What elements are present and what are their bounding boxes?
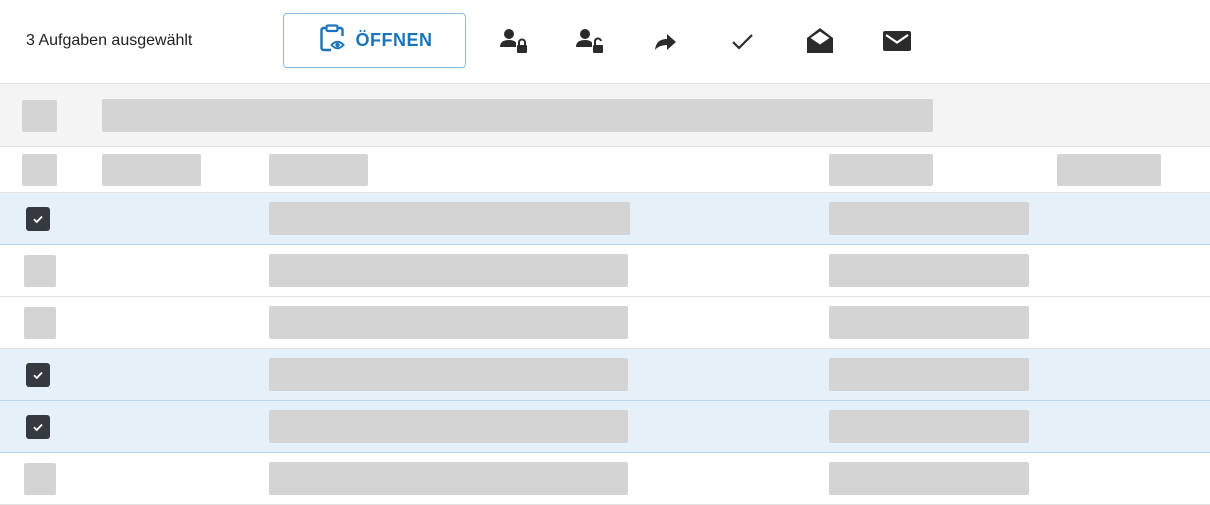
row-checkbox[interactable] xyxy=(24,255,56,287)
selection-count: 3 Aufgaben ausgewählt xyxy=(26,32,193,49)
table-header-top xyxy=(0,83,1210,147)
task-table xyxy=(0,83,1210,505)
cell-placeholder xyxy=(269,306,628,339)
table-row[interactable] xyxy=(0,349,1210,401)
open-button[interactable]: ÖFFNEN xyxy=(283,13,466,68)
row-checkbox-checked[interactable] xyxy=(26,415,50,439)
checkmark-icon xyxy=(33,423,43,432)
cell-placeholder xyxy=(269,254,628,287)
open-button-label: ÖFFNEN xyxy=(355,30,433,50)
forward-icon[interactable] xyxy=(648,24,682,58)
cell-placeholder xyxy=(829,306,1029,339)
cell-placeholder xyxy=(829,254,1029,287)
table-row[interactable] xyxy=(0,401,1210,453)
column-header-placeholder xyxy=(829,154,933,186)
cell-placeholder xyxy=(829,410,1029,443)
cell-placeholder xyxy=(829,462,1029,495)
toolbar: 3 Aufgaben ausgewählt ÖFFNEN xyxy=(0,0,1210,83)
cell-placeholder xyxy=(269,358,628,391)
table-row[interactable] xyxy=(0,245,1210,297)
cell-placeholder xyxy=(269,462,628,495)
checkmark-icon xyxy=(33,371,43,380)
check-icon[interactable] xyxy=(725,24,759,58)
cell-placeholder xyxy=(829,202,1029,235)
cell-placeholder xyxy=(269,202,630,235)
row-checkbox-checked[interactable] xyxy=(26,363,50,387)
header-title-placeholder xyxy=(102,99,933,132)
clipboard-eye-icon xyxy=(317,23,347,58)
checkmark-icon xyxy=(33,215,43,224)
cell-placeholder xyxy=(269,410,628,443)
column-header-placeholder xyxy=(22,154,57,186)
table-body xyxy=(0,193,1210,505)
user-lock-icon[interactable] xyxy=(496,24,530,58)
cell-placeholder xyxy=(829,358,1029,391)
table-column-headers xyxy=(0,147,1210,193)
table-row[interactable] xyxy=(0,297,1210,349)
column-header-placeholder xyxy=(1057,154,1161,186)
row-checkbox[interactable] xyxy=(24,307,56,339)
header-select-all-placeholder xyxy=(22,100,57,132)
table-row[interactable] xyxy=(0,193,1210,245)
envelope-icon[interactable] xyxy=(880,24,914,58)
user-unlock-icon[interactable] xyxy=(572,24,606,58)
column-header-placeholder xyxy=(102,154,201,186)
table-row[interactable] xyxy=(0,453,1210,505)
envelope-open-icon[interactable] xyxy=(803,24,837,58)
row-checkbox[interactable] xyxy=(24,463,56,495)
column-header-placeholder xyxy=(269,154,368,186)
row-checkbox-checked[interactable] xyxy=(26,207,50,231)
